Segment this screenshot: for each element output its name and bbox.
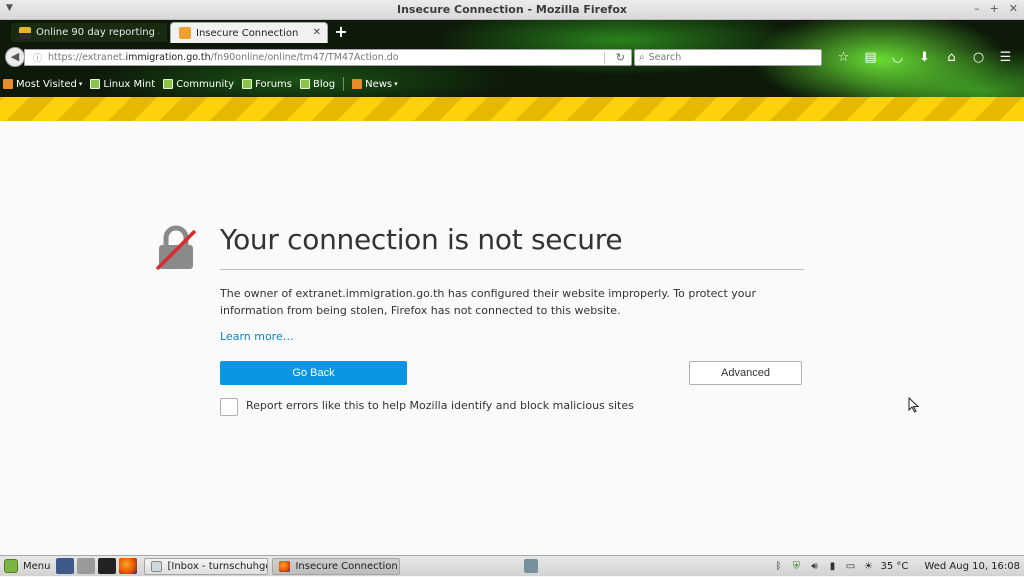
window-menu-icon[interactable]: ▼: [6, 3, 13, 13]
workspace-switcher-icon[interactable]: [524, 559, 539, 573]
tab-strip: Online 90 day reporting a... Insecure Co…: [0, 20, 1024, 43]
clock[interactable]: Wed Aug 10, 16:08: [924, 561, 1020, 572]
url-separator: [604, 52, 605, 64]
broken-lock-icon: [155, 225, 197, 271]
bookmark-label: Linux Mint: [103, 78, 156, 90]
window-controls: – + ✕: [974, 2, 1018, 15]
search-icon: ⌕: [639, 52, 645, 63]
tab-90-day-reporting[interactable]: Online 90 day reporting a...: [10, 22, 168, 43]
taskbar-window-inbox[interactable]: [Inbox - turnschuhger...: [144, 557, 269, 575]
volume-icon[interactable]: 🔊︎: [809, 561, 821, 573]
advanced-button[interactable]: Advanced: [689, 361, 802, 385]
bookmark-label: Blog: [313, 78, 336, 90]
bookmark-star-icon[interactable]: ☆: [830, 48, 857, 68]
error-page: Your connection is not secure The owner …: [0, 121, 1024, 555]
tab-label: Online 90 day reporting a...: [36, 27, 159, 38]
learn-more-link[interactable]: Learn more…: [220, 330, 294, 343]
site-info-icon[interactable]: ⓘ: [33, 51, 42, 64]
error-title: Your connection is not secure: [220, 223, 623, 256]
maximize-button[interactable]: +: [990, 2, 999, 15]
window-title: Insecure Connection - Mozilla Firefox: [397, 3, 627, 16]
bookmark-label: Forums: [255, 78, 292, 90]
taskbar-window-label: [Inbox - turnschuhger...: [167, 560, 267, 572]
tab-close-icon[interactable]: ✕: [313, 27, 321, 38]
report-errors-label: Report errors like this to help Mozilla …: [246, 399, 634, 412]
bookmark-community[interactable]: Community: [163, 79, 234, 90]
url-prefix: https://extranet.: [48, 52, 126, 63]
minimize-button[interactable]: –: [974, 2, 980, 15]
chevron-down-icon: ▾: [394, 80, 398, 88]
bookmark-label: News: [365, 78, 393, 90]
window-titlebar: ▼ Insecure Connection - Mozilla Firefox …: [0, 0, 1024, 20]
bookmark-blog[interactable]: Blog: [300, 79, 335, 90]
taskbar-window-firefox[interactable]: Insecure Connection -...: [272, 557, 401, 575]
reading-list-icon[interactable]: ▤: [857, 48, 884, 68]
bookmark-label: Most Visited: [16, 78, 77, 90]
bookmarks-toolbar: Most Visited ▾ Linux Mint Community Foru…: [0, 72, 1024, 96]
temperature-text: 35 °C: [880, 561, 909, 572]
start-menu-button[interactable]: Menu: [0, 556, 56, 577]
downloads-icon[interactable]: ⬇: [911, 48, 938, 68]
tab-insecure-connection[interactable]: Insecure Connection ✕: [170, 22, 328, 43]
mail-window-icon: [151, 560, 163, 572]
mint-page-icon: [300, 79, 310, 89]
bookmark-label: Community: [176, 78, 235, 90]
mouse-cursor-icon: [908, 397, 920, 413]
site-favicon-icon: [19, 26, 31, 39]
report-errors-checkbox[interactable]: [220, 398, 238, 416]
reload-icon[interactable]: ↻: [616, 51, 625, 64]
mint-page-icon: [163, 79, 174, 89]
back-button[interactable]: ◀: [5, 47, 25, 67]
home-icon[interactable]: ⌂: [938, 48, 965, 68]
navigation-toolbar: ◀ ⓘ https://extranet. immigration.go.th/f…: [0, 43, 1024, 71]
system-tray: ᛒ ⛨ 🔊︎ ▮ ▭ ☀ 35 °C Wed Aug 10, 16:08: [773, 556, 1024, 577]
browser-chrome: Online 90 day reporting a... Insecure Co…: [0, 20, 1024, 97]
shield-icon[interactable]: ⛨: [791, 561, 803, 573]
terminal-icon[interactable]: [98, 558, 117, 574]
title-divider: [220, 269, 804, 270]
url-path: /fn90online/online/tm47/TM47Action.do: [210, 52, 399, 63]
taskbar-window-label: Insecure Connection -...: [295, 560, 399, 572]
bookmark-news[interactable]: News ▾: [352, 79, 398, 90]
warning-stripe: [0, 97, 1024, 121]
rss-icon: [352, 79, 363, 89]
search-placeholder: Search: [648, 52, 682, 63]
firefox-window-icon: [279, 560, 291, 572]
mint-logo-icon: [4, 559, 18, 573]
mint-page-icon: [242, 79, 253, 89]
url-bar[interactable]: ⓘ https://extranet. immigration.go.th/fn9…: [24, 49, 632, 66]
hamburger-menu-icon[interactable]: ☰: [992, 48, 1019, 68]
search-bar[interactable]: ⌕ Search: [634, 49, 822, 66]
network-signal-icon[interactable]: ▮: [827, 561, 839, 573]
warning-favicon-icon: [179, 27, 191, 39]
toolbar-icons: ☆ ▤ ◡ ⬇ ⌂ ○ ☰: [830, 48, 1019, 68]
go-back-button[interactable]: Go Back: [220, 361, 407, 385]
firefox-launcher-icon[interactable]: [119, 558, 138, 574]
chat-icon[interactable]: ○: [965, 48, 992, 68]
close-window-button[interactable]: ✕: [1009, 2, 1018, 15]
bluetooth-icon[interactable]: ᛒ: [773, 561, 785, 573]
bookmark-most-visited[interactable]: Most Visited ▾: [3, 79, 82, 90]
bookmark-separator: [343, 77, 345, 91]
file-manager-icon[interactable]: [77, 558, 96, 574]
taskbar: Menu [Inbox - turnschuhger... Insecure C…: [0, 555, 1024, 576]
chevron-down-icon: ▾: [78, 80, 83, 88]
rss-folder-icon: [3, 79, 13, 89]
error-description: The owner of extranet.immigration.go.th …: [220, 287, 757, 317]
weather-icon[interactable]: ☀: [863, 561, 875, 573]
battery-icon[interactable]: ▭: [845, 561, 857, 573]
mint-page-icon: [90, 79, 101, 89]
bookmark-linux-mint[interactable]: Linux Mint: [90, 79, 155, 90]
url-domain: immigration.go.th: [125, 52, 211, 63]
menu-label: Menu: [23, 560, 51, 572]
new-tab-button[interactable]: +: [332, 23, 350, 41]
pocket-icon[interactable]: ◡: [884, 48, 911, 68]
tab-label: Insecure Connection: [196, 27, 299, 39]
bookmark-forums[interactable]: Forums: [242, 79, 292, 90]
show-desktop-icon[interactable]: [56, 558, 75, 574]
